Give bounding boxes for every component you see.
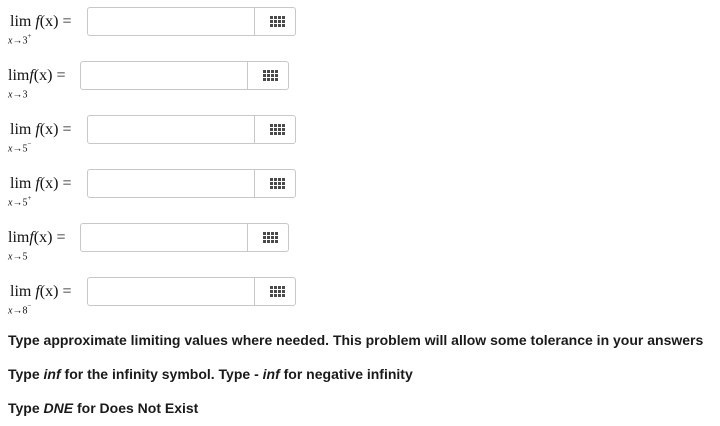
answer-box (80, 61, 289, 90)
grid-palette-icon[interactable] (270, 178, 285, 190)
grid-palette-icon[interactable] (263, 70, 278, 82)
divider (254, 278, 255, 305)
limit-row-4: lim f(x) = x→5+ (0, 169, 720, 209)
limit-subscript: x→3+ (8, 32, 32, 47)
divider (254, 8, 255, 35)
limit-subscript: x→8− (8, 302, 32, 317)
answer-box (87, 169, 296, 198)
divider (247, 62, 248, 89)
limit-expression: lim f(x) = (10, 13, 72, 30)
limit-row-6: lim f(x) = x→8− (0, 277, 720, 317)
answer-box (87, 277, 296, 306)
grid-palette-icon[interactable] (270, 124, 285, 136)
answer-input[interactable] (81, 62, 288, 89)
answer-input[interactable] (88, 170, 295, 197)
limit-row-2: limf(x) = x→3 (0, 61, 720, 101)
grid-palette-icon[interactable] (270, 286, 285, 298)
tolerance-note: Type approximate limiting values where n… (8, 332, 704, 348)
limit-subscript: x→5− (8, 140, 32, 155)
answer-box (87, 7, 296, 36)
answer-input[interactable] (88, 116, 295, 143)
grid-palette-icon[interactable] (270, 16, 285, 28)
limit-expression: lim f(x) = (10, 283, 72, 300)
limit-expression: lim f(x) = (10, 175, 72, 192)
limit-expression: limf(x) = (8, 67, 66, 84)
answer-box (87, 115, 296, 144)
answer-input[interactable] (81, 224, 288, 251)
limit-subscript: x→5 (8, 251, 28, 263)
dne-note: Type DNE for Does Not Exist (8, 400, 199, 416)
limit-row-5: limf(x) = x→5 (0, 223, 720, 263)
answer-input[interactable] (88, 278, 295, 305)
answer-box (80, 223, 289, 252)
limit-expression: limf(x) = (8, 229, 66, 246)
divider (254, 116, 255, 143)
infinity-note: Type inf for the infinity symbol. Type -… (8, 366, 413, 382)
grid-palette-icon[interactable] (263, 232, 278, 244)
limit-row-3: lim f(x) = x→5− (0, 115, 720, 155)
divider (254, 170, 255, 197)
answer-input[interactable] (88, 8, 295, 35)
limit-subscript: x→5+ (8, 194, 32, 209)
limit-expression: lim f(x) = (10, 121, 72, 138)
limit-subscript: x→3 (8, 89, 28, 101)
limit-row-1: lim f(x) = x→3+ (0, 7, 720, 47)
divider (247, 224, 248, 251)
